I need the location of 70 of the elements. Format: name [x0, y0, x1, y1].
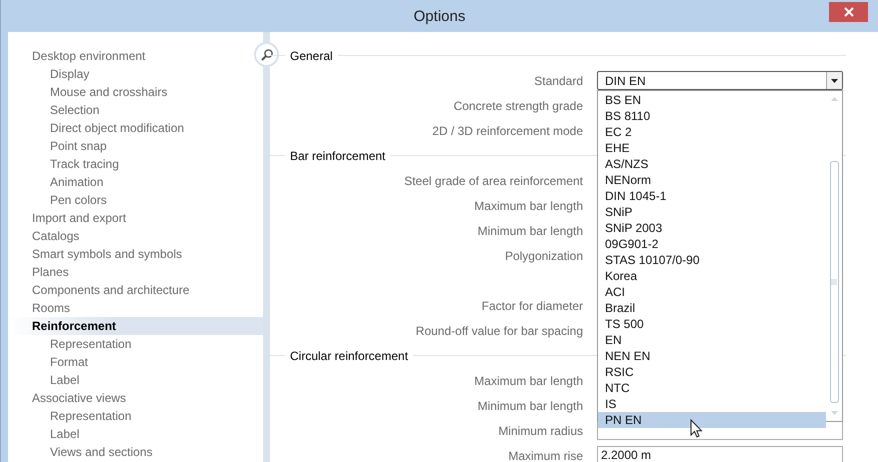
dropdown-option[interactable]: BS EN	[598, 92, 826, 108]
dropdown-option[interactable]: SNiP	[598, 204, 826, 220]
field-label: Factor for diameter	[480, 298, 583, 312]
dropdown-option[interactable]: 09G901-2	[598, 236, 826, 252]
dropdown-option[interactable]: PN EN	[598, 412, 826, 428]
nav-item[interactable]: Pen colors	[8, 191, 111, 209]
input-field[interactable]: 2.2000 m	[597, 446, 843, 462]
nav-item[interactable]: Import and export	[8, 209, 130, 227]
dropdown-option[interactable]: EC 2	[598, 124, 826, 140]
nav-item[interactable]: Direct object modification	[8, 119, 188, 137]
caret-icon	[826, 72, 842, 89]
dropdown-option[interactable]: ACI	[598, 284, 826, 300]
nav-item[interactable]: Animation	[8, 173, 108, 191]
field-label: Concrete strength grade	[452, 98, 583, 112]
close-icon	[842, 6, 854, 18]
nav-item[interactable]: Label	[8, 371, 84, 389]
field-label: Maximum bar length	[473, 198, 583, 212]
dropdown-option[interactable]: EN	[598, 332, 826, 348]
nav-item[interactable]: Format	[8, 353, 92, 371]
nav-item[interactable]: Track tracing	[8, 155, 123, 173]
section-title: General	[290, 48, 333, 62]
grip-icon	[831, 279, 837, 285]
field-label: Polygonization	[504, 248, 583, 262]
field-label: 2D / 3D reinforcement mode	[431, 124, 583, 138]
nav-item[interactable]: Rooms	[8, 299, 74, 317]
dropdown-option[interactable]: Brazil	[598, 300, 826, 316]
field-label: Steel grade of area reinforcement	[403, 174, 583, 188]
field-label: Maximum bar length	[473, 374, 583, 388]
nav-item[interactable]: Catalogs	[8, 227, 84, 245]
scroll-up-icon[interactable]	[830, 97, 838, 101]
nav-item[interactable]: Desktop environment	[8, 47, 150, 65]
section-title: Bar reinforcement	[290, 148, 386, 162]
field-label: Round-off value for bar spacing	[414, 324, 583, 338]
dropdown-option[interactable]: SNiP 2003	[598, 220, 826, 236]
nav-item[interactable]: Label	[8, 425, 84, 443]
field-label: Standard	[533, 74, 583, 88]
nav-item[interactable]: Point snap	[8, 137, 111, 155]
nav-item[interactable]: Display	[8, 65, 94, 83]
dropdown-option[interactable]: EHE	[598, 140, 826, 156]
dropdown-option[interactable]: AS/NZS	[598, 156, 826, 172]
nav-item[interactable]: Smart symbols and symbols	[8, 245, 186, 263]
nav-item[interactable]: Associative views	[8, 389, 130, 407]
nav-item[interactable]: Representation	[8, 407, 136, 425]
close-button[interactable]	[829, 2, 868, 22]
dropdown-option[interactable]: IS	[598, 396, 826, 412]
nav-item[interactable]: Planes	[8, 263, 73, 281]
nav-item[interactable]: Selection	[8, 101, 104, 119]
window-title: Options	[414, 8, 466, 24]
dropdown-option[interactable]: DIN 1045-1	[598, 188, 826, 204]
section-title: Circular reinforcement	[290, 348, 408, 362]
nav-item[interactable]: Mouse and crosshairs	[8, 83, 172, 101]
dropdown-option[interactable]: NTC	[598, 380, 826, 396]
dropdown-option[interactable]: NENorm	[598, 172, 826, 188]
nav-item[interactable]: Representation	[8, 335, 136, 353]
dropdown-option[interactable]: BS 8110	[598, 108, 826, 124]
search-icon[interactable]	[254, 42, 279, 67]
field-label: Maximum rise	[507, 448, 583, 462]
dropdown-option[interactable]: RSIC	[598, 364, 826, 380]
nav-item[interactable]: Components and architecture	[8, 281, 194, 299]
scroll-down-icon[interactable]	[830, 411, 838, 415]
field-label: Minimum bar length	[476, 224, 583, 238]
nav-item[interactable]: Views and sections	[8, 443, 157, 461]
standard-dropdown[interactable]: DIN EN	[597, 71, 843, 90]
field-label: Minimum radius	[497, 424, 583, 438]
mouse-pointer-icon	[690, 419, 704, 439]
dropdown-option[interactable]: TS 500	[598, 316, 826, 332]
dropdown-option[interactable]: STAS 10107/0-90	[598, 252, 826, 268]
dropdown-option[interactable]: NEN EN	[598, 348, 826, 364]
field-label: Minimum bar length	[476, 398, 583, 412]
dropdown-option[interactable]: Korea	[598, 268, 826, 284]
